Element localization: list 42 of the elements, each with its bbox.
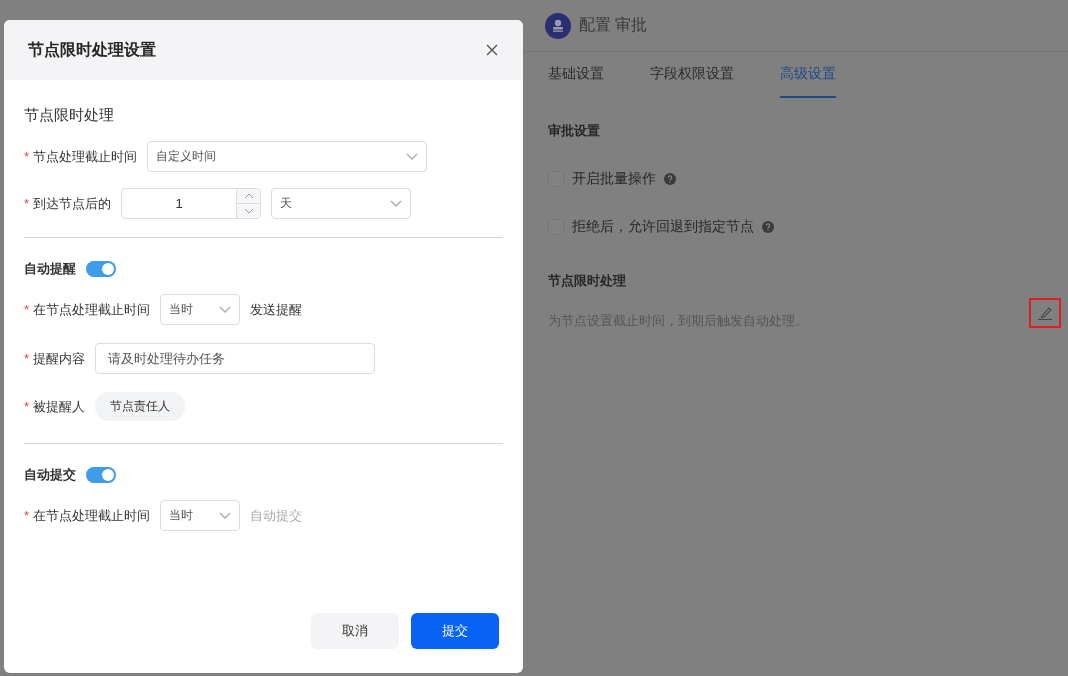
toggle-switch[interactable]: [86, 261, 116, 277]
close-icon[interactable]: [485, 43, 499, 57]
stamp-icon: [545, 12, 571, 39]
section-label: 自动提交: [24, 466, 76, 484]
suffix-text: 自动提交: [250, 506, 303, 525]
help-icon[interactable]: [762, 221, 774, 233]
timing-select[interactable]: 当时: [160, 500, 241, 531]
reminder-content-field[interactable]: 请及时处理待办任务: [95, 343, 376, 374]
increment-icon[interactable]: [243, 193, 254, 199]
suffix-text: 发送提醒: [250, 300, 303, 319]
field-label: * 提醒内容: [24, 349, 86, 368]
section-title: 节点限时处理: [24, 106, 115, 125]
section-heading: 审批设置: [548, 122, 601, 140]
help-icon[interactable]: [664, 173, 676, 185]
cancel-button[interactable]: 取消: [311, 613, 399, 649]
submit-button[interactable]: 提交: [411, 613, 499, 649]
edit-button[interactable]: [1029, 298, 1061, 328]
tab[interactable]: 基础设置: [548, 52, 604, 98]
tab[interactable]: 字段权限设置: [650, 52, 734, 98]
field-label: * 在节点处理截止时间: [24, 300, 151, 319]
chevron-down-icon: [219, 512, 232, 519]
deadline-select[interactable]: 自定义时间: [147, 141, 428, 172]
page-title: 配置 审批: [579, 15, 648, 35]
section-label: 自动提醒: [24, 260, 76, 278]
timing-select[interactable]: 当时: [160, 294, 241, 325]
pencil-icon: [1036, 305, 1054, 321]
dialog-title: 节点限时处理设置: [28, 39, 156, 60]
option-label: 拒绝后，允许回退到指定节点: [572, 218, 754, 236]
section-heading: 节点限时处理: [548, 272, 627, 290]
chevron-down-icon: [390, 200, 403, 207]
option-label: 开启批量操作: [572, 170, 656, 188]
field-label: * 节点处理截止时间: [24, 147, 138, 166]
chevron-down-icon: [406, 153, 419, 160]
chevron-down-icon: [219, 306, 232, 313]
toggle-switch[interactable]: [86, 467, 116, 483]
field-label: * 在节点处理截止时间: [24, 506, 151, 525]
recipient-tag: 节点责任人: [95, 392, 186, 421]
unit-select[interactable]: 天: [271, 188, 412, 219]
field-label: * 被提醒人: [24, 397, 86, 416]
field-label: * 到达节点后的: [24, 194, 112, 213]
number-stepper[interactable]: 1: [121, 188, 262, 219]
decrement-icon[interactable]: [243, 208, 254, 214]
